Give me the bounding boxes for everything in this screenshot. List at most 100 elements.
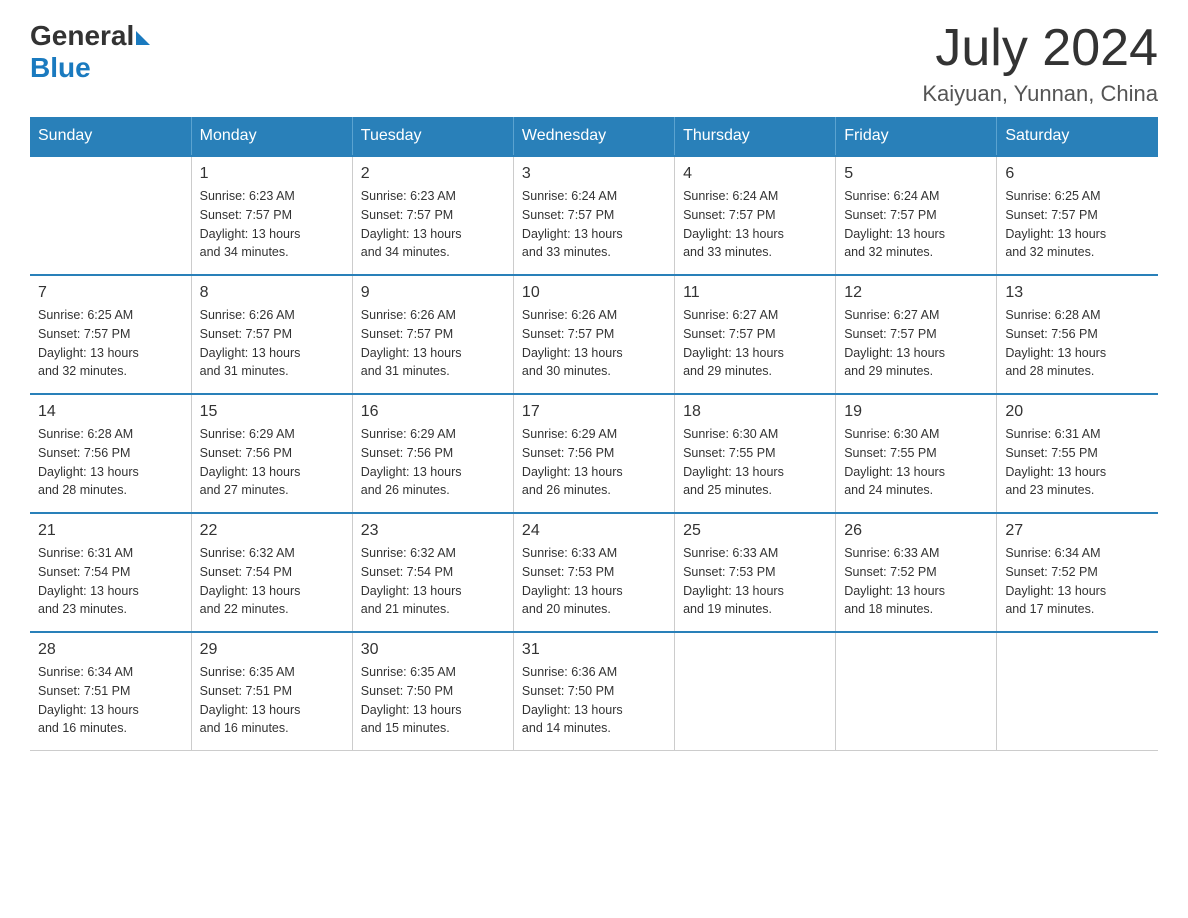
day-info: Sunrise: 6:34 AM Sunset: 7:52 PM Dayligh…	[1005, 544, 1150, 619]
day-number: 22	[200, 522, 344, 540]
day-number: 18	[683, 403, 827, 421]
day-info: Sunrise: 6:27 AM Sunset: 7:57 PM Dayligh…	[844, 306, 988, 381]
day-info: Sunrise: 6:24 AM Sunset: 7:57 PM Dayligh…	[683, 187, 827, 262]
day-info: Sunrise: 6:33 AM Sunset: 7:53 PM Dayligh…	[683, 544, 827, 619]
calendar-cell	[675, 632, 836, 751]
calendar-cell	[997, 632, 1158, 751]
calendar-cell: 19Sunrise: 6:30 AM Sunset: 7:55 PM Dayli…	[836, 394, 997, 513]
calendar-cell: 5 Sunrise: 6:24 AM Sunset: 7:57 PM Daylig…	[836, 156, 997, 275]
day-number: 19	[844, 403, 988, 421]
calendar-cell: 12 Sunrise: 6:27 AM Sunset: 7:57 PM Dayli…	[836, 275, 997, 394]
calendar-cell: 6Sunrise: 6:25 AM Sunset: 7:57 PM Daylig…	[997, 156, 1158, 275]
day-number: 6	[1005, 165, 1150, 183]
day-number: 1	[200, 165, 344, 183]
logo-blue-text: Blue	[30, 52, 91, 84]
page-header: General Blue July 2024 Kaiyuan, Yunnan, …	[30, 20, 1158, 107]
logo: General Blue	[30, 20, 150, 84]
calendar-table: SundayMondayTuesdayWednesdayThursdayFrid…	[30, 117, 1158, 751]
day-info: Sunrise: 6:30 AM Sunset: 7:55 PM Dayligh…	[683, 425, 827, 500]
day-number: 4	[683, 165, 827, 183]
day-info: Sunrise: 6:36 AM Sunset: 7:50 PM Dayligh…	[522, 663, 666, 738]
day-info: Sunrise: 6:33 AM Sunset: 7:52 PM Dayligh…	[844, 544, 988, 619]
calendar-cell	[30, 156, 191, 275]
calendar-cell: 18 Sunrise: 6:30 AM Sunset: 7:55 PM Dayli…	[675, 394, 836, 513]
calendar-cell: 9Sunrise: 6:26 AM Sunset: 7:57 PM Daylig…	[352, 275, 513, 394]
day-info: Sunrise: 6:31 AM Sunset: 7:55 PM Dayligh…	[1005, 425, 1150, 500]
calendar-cell: 11 Sunrise: 6:27 AM Sunset: 7:57 PM Dayli…	[675, 275, 836, 394]
day-number: 20	[1005, 403, 1150, 421]
day-header-saturday: Saturday	[997, 117, 1158, 156]
day-header-friday: Friday	[836, 117, 997, 156]
day-number: 11	[683, 284, 827, 302]
calendar-cell: 28 Sunrise: 6:34 AM Sunset: 7:51 PM Dayli…	[30, 632, 191, 751]
day-number: 30	[361, 641, 505, 659]
day-info: Sunrise: 6:26 AM Sunset: 7:57 PM Dayligh…	[200, 306, 344, 381]
calendar-cell: 7 Sunrise: 6:25 AM Sunset: 7:57 PM Daylig…	[30, 275, 191, 394]
day-info: Sunrise: 6:35 AM Sunset: 7:50 PM Dayligh…	[361, 663, 505, 738]
day-number: 9	[361, 284, 505, 302]
day-number: 2	[361, 165, 505, 183]
calendar-week-5: 28 Sunrise: 6:34 AM Sunset: 7:51 PM Dayli…	[30, 632, 1158, 751]
calendar-week-2: 7 Sunrise: 6:25 AM Sunset: 7:57 PM Daylig…	[30, 275, 1158, 394]
day-number: 15	[200, 403, 344, 421]
calendar-cell: 25 Sunrise: 6:33 AM Sunset: 7:53 PM Dayli…	[675, 513, 836, 632]
day-number: 29	[200, 641, 344, 659]
day-info: Sunrise: 6:29 AM Sunset: 7:56 PM Dayligh…	[522, 425, 666, 500]
calendar-cell: 21 Sunrise: 6:31 AM Sunset: 7:54 PM Dayli…	[30, 513, 191, 632]
calendar-cell: 2Sunrise: 6:23 AM Sunset: 7:57 PM Daylig…	[352, 156, 513, 275]
day-header-thursday: Thursday	[675, 117, 836, 156]
day-number: 3	[522, 165, 666, 183]
calendar-header: SundayMondayTuesdayWednesdayThursdayFrid…	[30, 117, 1158, 156]
day-header-row: SundayMondayTuesdayWednesdayThursdayFrid…	[30, 117, 1158, 156]
day-info: Sunrise: 6:24 AM Sunset: 7:57 PM Dayligh…	[844, 187, 988, 262]
day-number: 17	[522, 403, 666, 421]
day-number: 7	[38, 284, 183, 302]
calendar-cell: 13 Sunrise: 6:28 AM Sunset: 7:56 PM Dayli…	[997, 275, 1158, 394]
day-number: 23	[361, 522, 505, 540]
day-info: Sunrise: 6:23 AM Sunset: 7:57 PM Dayligh…	[200, 187, 344, 262]
day-number: 16	[361, 403, 505, 421]
calendar-cell: 15 Sunrise: 6:29 AM Sunset: 7:56 PM Dayli…	[191, 394, 352, 513]
calendar-cell: 27 Sunrise: 6:34 AM Sunset: 7:52 PM Dayli…	[997, 513, 1158, 632]
calendar-cell: 10Sunrise: 6:26 AM Sunset: 7:57 PM Dayli…	[513, 275, 674, 394]
day-header-monday: Monday	[191, 117, 352, 156]
day-header-tuesday: Tuesday	[352, 117, 513, 156]
day-info: Sunrise: 6:29 AM Sunset: 7:56 PM Dayligh…	[200, 425, 344, 500]
day-info: Sunrise: 6:32 AM Sunset: 7:54 PM Dayligh…	[361, 544, 505, 619]
calendar-cell: 3 Sunrise: 6:24 AM Sunset: 7:57 PM Daylig…	[513, 156, 674, 275]
day-number: 24	[522, 522, 666, 540]
day-info: Sunrise: 6:24 AM Sunset: 7:57 PM Dayligh…	[522, 187, 666, 262]
calendar-cell: 14Sunrise: 6:28 AM Sunset: 7:56 PM Dayli…	[30, 394, 191, 513]
calendar-cell: 8 Sunrise: 6:26 AM Sunset: 7:57 PM Daylig…	[191, 275, 352, 394]
day-header-wednesday: Wednesday	[513, 117, 674, 156]
calendar-cell: 20 Sunrise: 6:31 AM Sunset: 7:55 PM Dayli…	[997, 394, 1158, 513]
day-number: 14	[38, 403, 183, 421]
day-number: 5	[844, 165, 988, 183]
day-number: 8	[200, 284, 344, 302]
calendar-cell: 4 Sunrise: 6:24 AM Sunset: 7:57 PM Daylig…	[675, 156, 836, 275]
calendar-cell: 17 Sunrise: 6:29 AM Sunset: 7:56 PM Dayli…	[513, 394, 674, 513]
day-number: 12	[844, 284, 988, 302]
day-info: Sunrise: 6:27 AM Sunset: 7:57 PM Dayligh…	[683, 306, 827, 381]
day-number: 21	[38, 522, 183, 540]
day-info: Sunrise: 6:34 AM Sunset: 7:51 PM Dayligh…	[38, 663, 183, 738]
location-subtitle: Kaiyuan, Yunnan, China	[922, 81, 1158, 107]
day-number: 13	[1005, 284, 1150, 302]
logo-general-text: General	[30, 20, 134, 52]
calendar-cell: 29Sunrise: 6:35 AM Sunset: 7:51 PM Dayli…	[191, 632, 352, 751]
day-number: 26	[844, 522, 988, 540]
day-info: Sunrise: 6:28 AM Sunset: 7:56 PM Dayligh…	[1005, 306, 1150, 381]
day-number: 25	[683, 522, 827, 540]
day-info: Sunrise: 6:33 AM Sunset: 7:53 PM Dayligh…	[522, 544, 666, 619]
day-info: Sunrise: 6:29 AM Sunset: 7:56 PM Dayligh…	[361, 425, 505, 500]
calendar-cell: 26 Sunrise: 6:33 AM Sunset: 7:52 PM Dayli…	[836, 513, 997, 632]
day-info: Sunrise: 6:25 AM Sunset: 7:57 PM Dayligh…	[38, 306, 183, 381]
day-info: Sunrise: 6:31 AM Sunset: 7:54 PM Dayligh…	[38, 544, 183, 619]
calendar-cell	[836, 632, 997, 751]
calendar-week-4: 21 Sunrise: 6:31 AM Sunset: 7:54 PM Dayli…	[30, 513, 1158, 632]
calendar-cell: 23 Sunrise: 6:32 AM Sunset: 7:54 PM Dayli…	[352, 513, 513, 632]
day-number: 27	[1005, 522, 1150, 540]
calendar-cell: 30 Sunrise: 6:35 AM Sunset: 7:50 PM Dayli…	[352, 632, 513, 751]
day-number: 31	[522, 641, 666, 659]
day-number: 28	[38, 641, 183, 659]
